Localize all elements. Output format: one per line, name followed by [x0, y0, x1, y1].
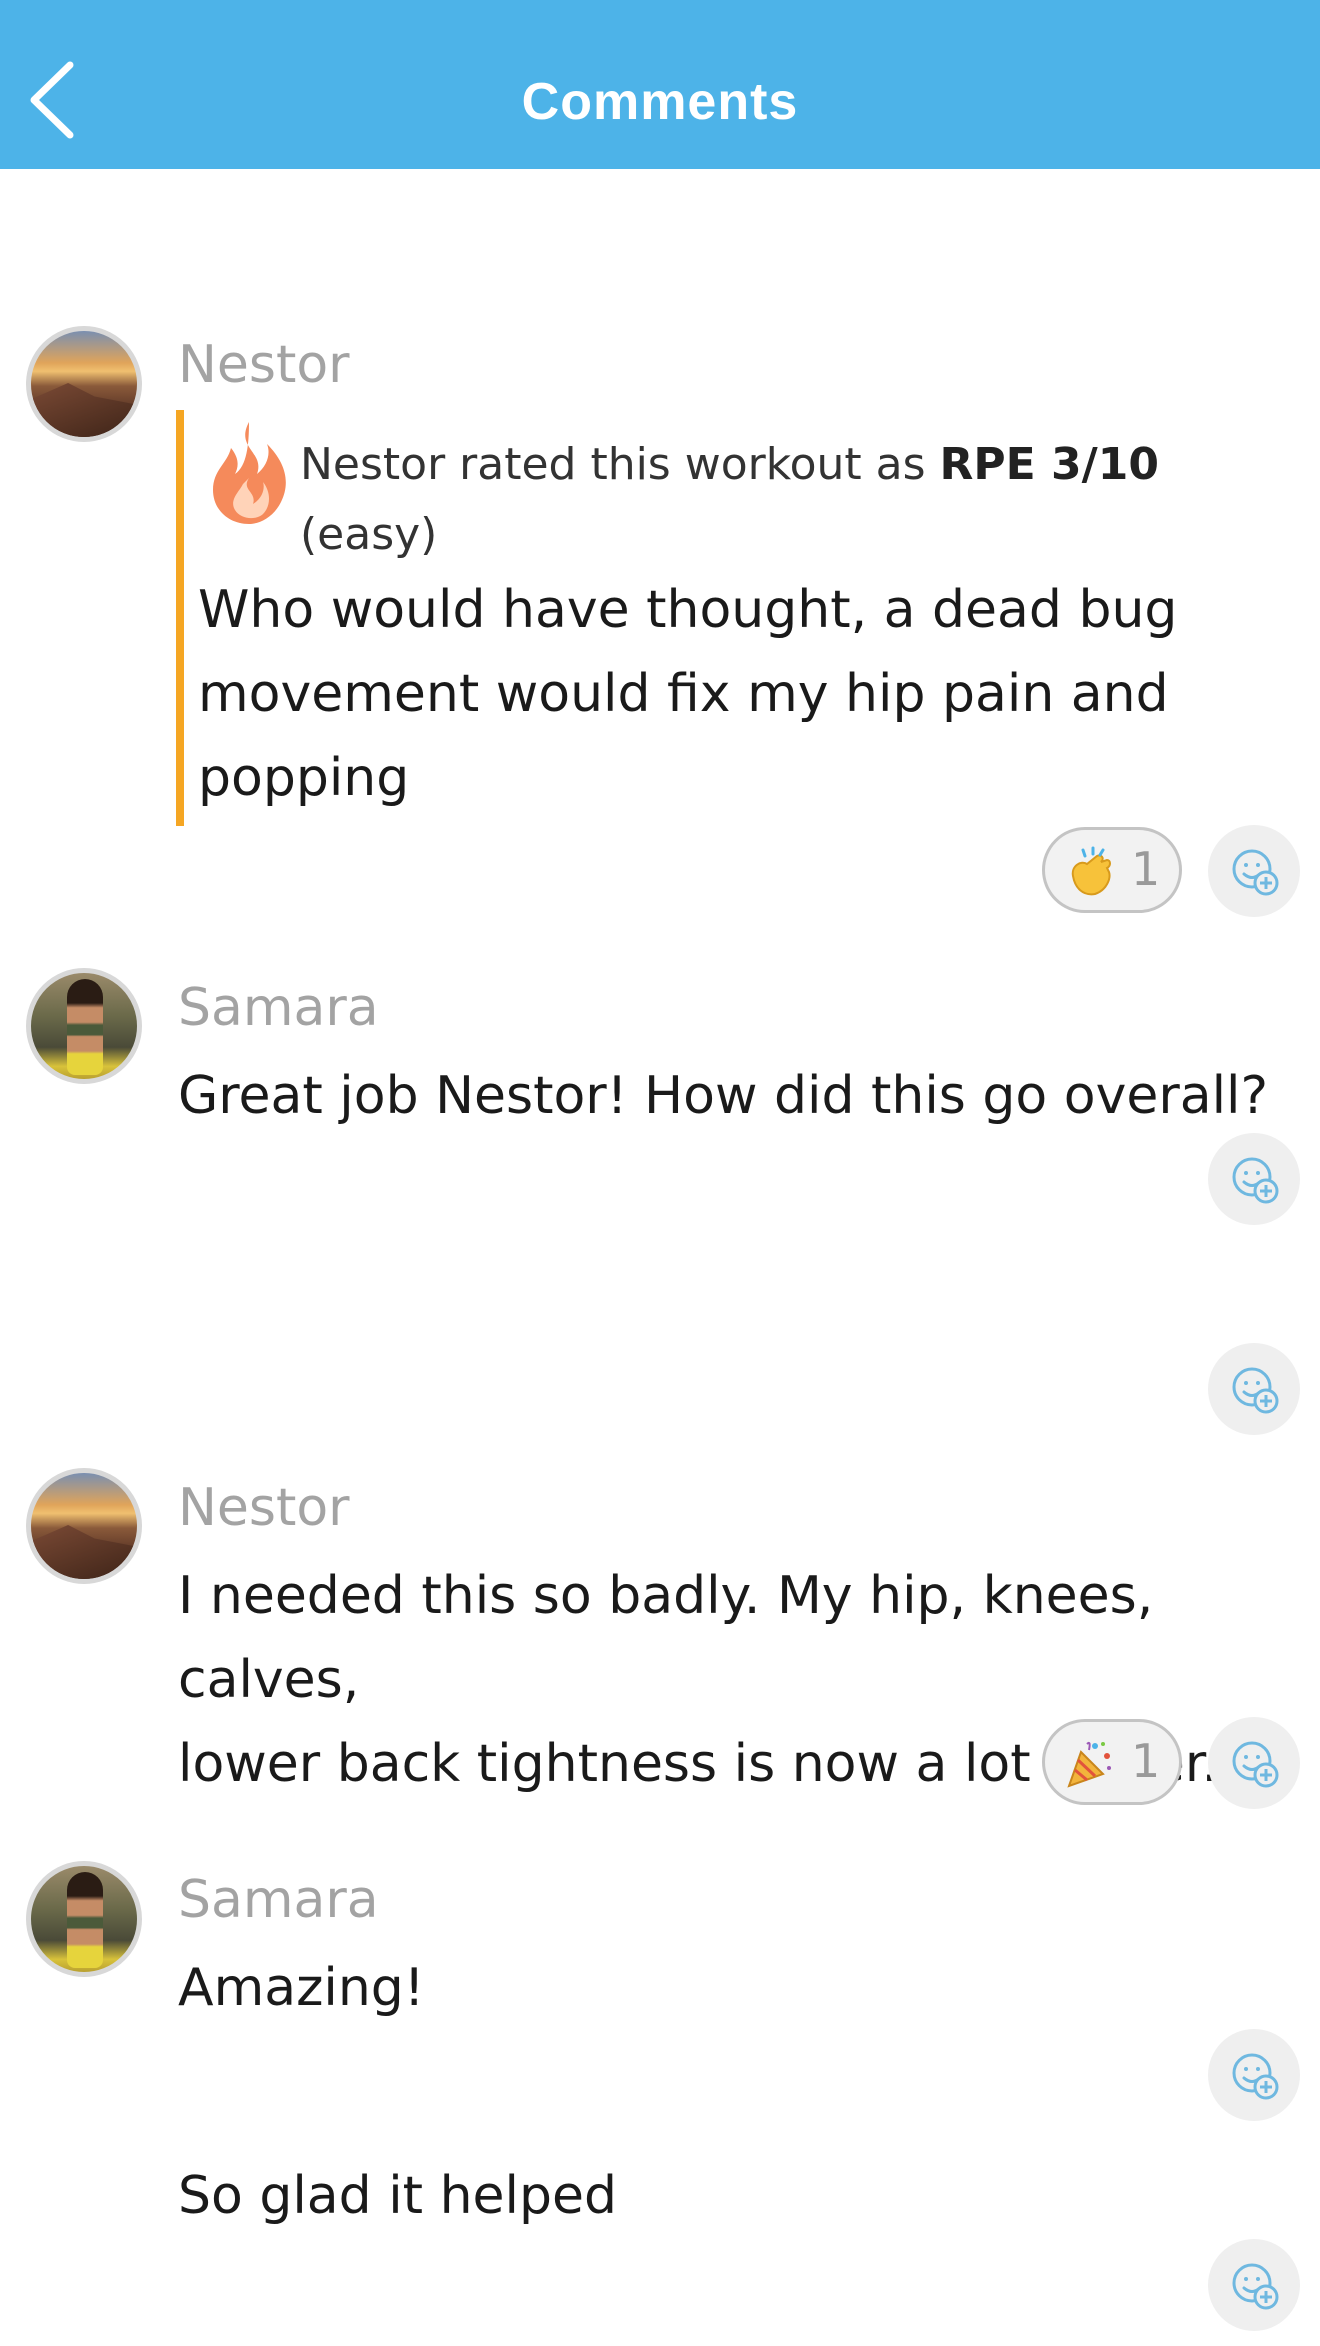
clapping-hands-icon — [1071, 846, 1111, 896]
workout-rating: Nestor rated this workout as RPE 3/10 (e… — [300, 430, 1300, 570]
comment-line: Amazing! — [178, 1958, 425, 2018]
comment-text: Amazing! — [178, 1946, 1318, 2030]
reaction-count: 1 — [1131, 842, 1161, 896]
page-title: Comments — [521, 73, 799, 131]
comment-author[interactable]: Nestor — [178, 335, 350, 395]
avatar[interactable] — [26, 326, 142, 442]
comment-author[interactable]: Samara — [178, 978, 379, 1038]
reaction-party[interactable]: 1 — [1042, 1719, 1182, 1805]
add-emoji-icon — [1232, 2053, 1279, 2100]
add-reaction-button[interactable] — [1208, 2029, 1300, 2121]
avatar[interactable] — [26, 1468, 142, 1584]
top-bar: Comments — [0, 0, 1320, 169]
rating-prefix: Nestor rated this workout as — [300, 439, 940, 490]
add-emoji-icon — [1232, 1157, 1279, 1204]
rating-value: RPE 3/10 — [939, 439, 1159, 490]
rating-quote-bar — [176, 410, 184, 826]
comment-text: Who would have thought, a dead bug movem… — [198, 568, 1320, 820]
comment-line: movement would fix my hip pain and — [198, 664, 1169, 724]
comment-author[interactable]: Samara — [178, 1870, 379, 1930]
comment-text: So glad it helped — [178, 2154, 1318, 2238]
add-emoji-icon — [1232, 1367, 1279, 1414]
comment-line: popping — [198, 748, 410, 808]
add-reaction-button[interactable] — [1208, 825, 1300, 917]
comment-author[interactable]: Nestor — [178, 1478, 350, 1538]
add-reaction-button[interactable] — [1208, 1133, 1300, 1225]
comment-text: Great job Nestor! How did this go overal… — [178, 1054, 1318, 1138]
party-popper-icon — [1067, 1741, 1111, 1788]
add-emoji-icon — [1232, 849, 1279, 896]
flame-icon — [213, 422, 286, 524]
avatar[interactable] — [26, 968, 142, 1084]
add-emoji-icon — [1232, 1741, 1279, 1788]
add-reaction-button[interactable] — [1208, 1717, 1300, 1809]
comment-line: Who would have thought, a dead bug — [198, 580, 1178, 640]
reaction-clap[interactable]: 1 — [1042, 827, 1182, 913]
comment-line: I needed this so badly. My hip, knees, c… — [178, 1566, 1154, 1710]
avatar[interactable] — [26, 1861, 142, 1977]
add-emoji-icon — [1232, 2263, 1279, 2310]
comment-line: So glad it helped — [178, 2166, 617, 2226]
add-reaction-button[interactable] — [1208, 2239, 1300, 2331]
add-reaction-button[interactable] — [1208, 1343, 1300, 1435]
rating-note: (easy) — [300, 509, 438, 560]
reaction-count: 1 — [1131, 1734, 1161, 1788]
comment-line: Great job Nestor! How did this go overal… — [178, 1066, 1269, 1126]
